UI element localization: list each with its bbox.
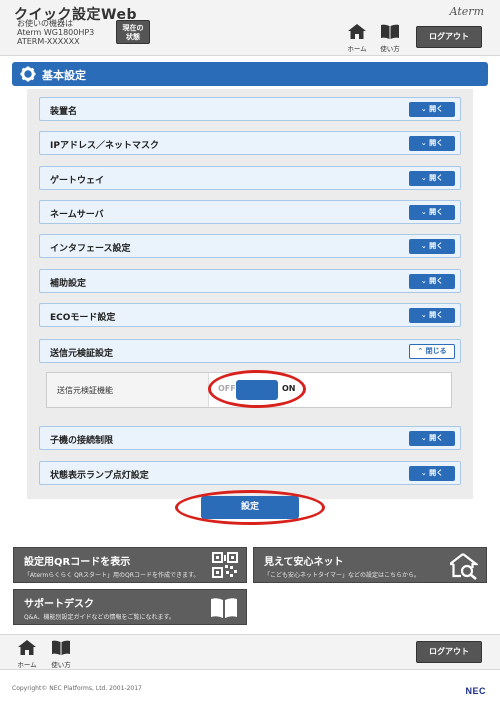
highlight-ring-toggle <box>208 370 306 408</box>
home-icon <box>18 640 36 655</box>
open-button-label: 開く <box>429 139 444 147</box>
aterm-logo: Aterm <box>449 5 484 18</box>
home-nav-button[interactable]: ホーム <box>342 24 372 53</box>
source-verify-label: 送信元検証機能 <box>57 386 113 395</box>
row-label: IPアドレス／ネットマスク <box>50 141 159 151</box>
row-label: 送信元検証設定 <box>50 349 114 359</box>
close-button-label: 閉じる <box>425 347 447 355</box>
row-label: ECOモード設定 <box>50 313 116 323</box>
row-status-lamp[interactable]: 状態表示ランプ点灯設定 ⌄ 開く <box>39 461 461 485</box>
open-button[interactable]: ⌄ 開く <box>409 308 455 323</box>
open-button[interactable]: ⌄ 開く <box>409 136 455 151</box>
open-button[interactable]: ⌄ 開く <box>409 466 455 481</box>
footer-nav: ホーム 使い方 ログアウト <box>0 634 500 670</box>
open-button[interactable]: ⌄ 開く <box>409 274 455 289</box>
support-desk-card[interactable]: サポートデスク Q&A、機能別設定ガイドなどの情報をご覧になれます。 <box>13 589 247 625</box>
device-ssid: ATERM-XXXXXX <box>17 37 80 46</box>
footer-home-button[interactable]: ホーム <box>12 640 42 669</box>
row-ip-netmask[interactable]: IPアドレス／ネットマスク ⌄ 開く <box>39 131 461 155</box>
copyright-text: Copyright© NEC Platforms, Ltd. 2001-2017 <box>12 685 142 692</box>
home-label: ホーム <box>17 661 37 669</box>
open-button[interactable]: ⌄ 開く <box>409 205 455 220</box>
card-description: Q&A、機能別設定ガイドなどの情報をご覧になれます。 <box>24 614 175 621</box>
qr-code-icon <box>212 552 238 578</box>
home-label: ホーム <box>347 45 367 53</box>
current-status-button[interactable]: 現在の 状態 <box>116 20 150 44</box>
open-button-label: 開く <box>429 208 444 216</box>
row-auxiliary[interactable]: 補助設定 ⌄ 開く <box>39 269 461 293</box>
open-button[interactable]: ⌄ 開く <box>409 239 455 254</box>
open-button-label: 開く <box>429 174 444 182</box>
card-title: 見えて安心ネット <box>264 557 344 568</box>
row-interface[interactable]: インタフェース設定 ⌄ 開く <box>39 234 461 258</box>
row-label: 補助設定 <box>50 279 87 289</box>
status-button-line1: 現在の <box>122 24 144 32</box>
row-label: インタフェース設定 <box>50 244 131 254</box>
book-icon <box>52 640 70 655</box>
row-label: 状態表示ランプ点灯設定 <box>50 471 149 481</box>
open-button-label: 開く <box>429 105 444 113</box>
row-label: ゲートウェイ <box>50 176 105 186</box>
row-source-verify[interactable]: 送信元検証設定 ⌃ 閉じる <box>39 339 461 363</box>
open-button-label: 開く <box>429 311 444 319</box>
device-info-line: お使いの機器は <box>17 19 73 28</box>
logout-button[interactable]: ログアウト <box>416 26 482 48</box>
device-model: Aterm WG1800HP3 <box>17 28 95 37</box>
house-search-icon <box>450 553 478 580</box>
help-label: 使い方 <box>51 661 71 669</box>
row-label: 子機の接続制限 <box>50 436 114 446</box>
book-icon <box>381 24 399 39</box>
help-label: 使い方 <box>380 45 400 53</box>
row-device-name[interactable]: 装置名 ⌄ 開く <box>39 97 461 121</box>
gear-icon <box>20 66 36 82</box>
row-client-limit[interactable]: 子機の接続制限 ⌄ 開く <box>39 426 461 450</box>
book-icon <box>211 598 237 618</box>
home-icon <box>348 24 366 39</box>
close-button[interactable]: ⌃ 閉じる <box>409 344 455 359</box>
card-title: 設定用QRコードを表示 <box>24 557 131 568</box>
open-button-label: 開く <box>429 434 444 442</box>
status-button-line2: 状態 <box>126 33 140 41</box>
row-gateway[interactable]: ゲートウェイ ⌄ 開く <box>39 166 461 190</box>
row-label: 装置名 <box>50 107 78 117</box>
open-button[interactable]: ⌄ 開く <box>409 431 455 446</box>
header: クイック設定Web お使いの機器は Aterm WG1800HP3 ATERM-… <box>0 0 500 56</box>
open-button-label: 開く <box>429 469 444 477</box>
row-name-server[interactable]: ネームサーバ ⌄ 開く <box>39 200 461 224</box>
help-nav-button[interactable]: 使い方 <box>375 24 405 53</box>
highlight-ring-apply <box>175 490 325 525</box>
card-title: サポートデスク <box>24 599 94 610</box>
card-description: 「Atermらくらく QRスタート」用のQRコードを作成できます。 <box>24 572 200 579</box>
device-info: お使いの機器は Aterm WG1800HP3 ATERM-XXXXXX <box>17 19 94 46</box>
open-button-label: 開く <box>429 277 444 285</box>
open-button[interactable]: ⌄ 開く <box>409 171 455 186</box>
footer-logout-button[interactable]: ログアウト <box>416 641 482 663</box>
open-button[interactable]: ⌄ 開く <box>409 102 455 117</box>
section-header: 基本設定 <box>12 62 488 86</box>
row-label: ネームサーバ <box>50 210 104 220</box>
source-verify-label-cell: 送信元検証機能 <box>47 373 209 407</box>
open-button-label: 開く <box>429 242 444 250</box>
qr-code-card[interactable]: 設定用QRコードを表示 「Atermらくらく QRスタート」用のQRコードを作成… <box>13 547 247 583</box>
safe-net-card[interactable]: 見えて安心ネット 「こども安心ネットタイマー」などの設定はこちらから。 <box>253 547 487 583</box>
card-description: 「こども安心ネットタイマー」などの設定はこちらから。 <box>264 572 421 579</box>
row-eco-mode[interactable]: ECOモード設定 ⌄ 開く <box>39 303 461 327</box>
footer-help-button[interactable]: 使い方 <box>46 640 76 669</box>
nec-logo: NEC <box>465 686 486 696</box>
section-title: 基本設定 <box>42 69 86 82</box>
